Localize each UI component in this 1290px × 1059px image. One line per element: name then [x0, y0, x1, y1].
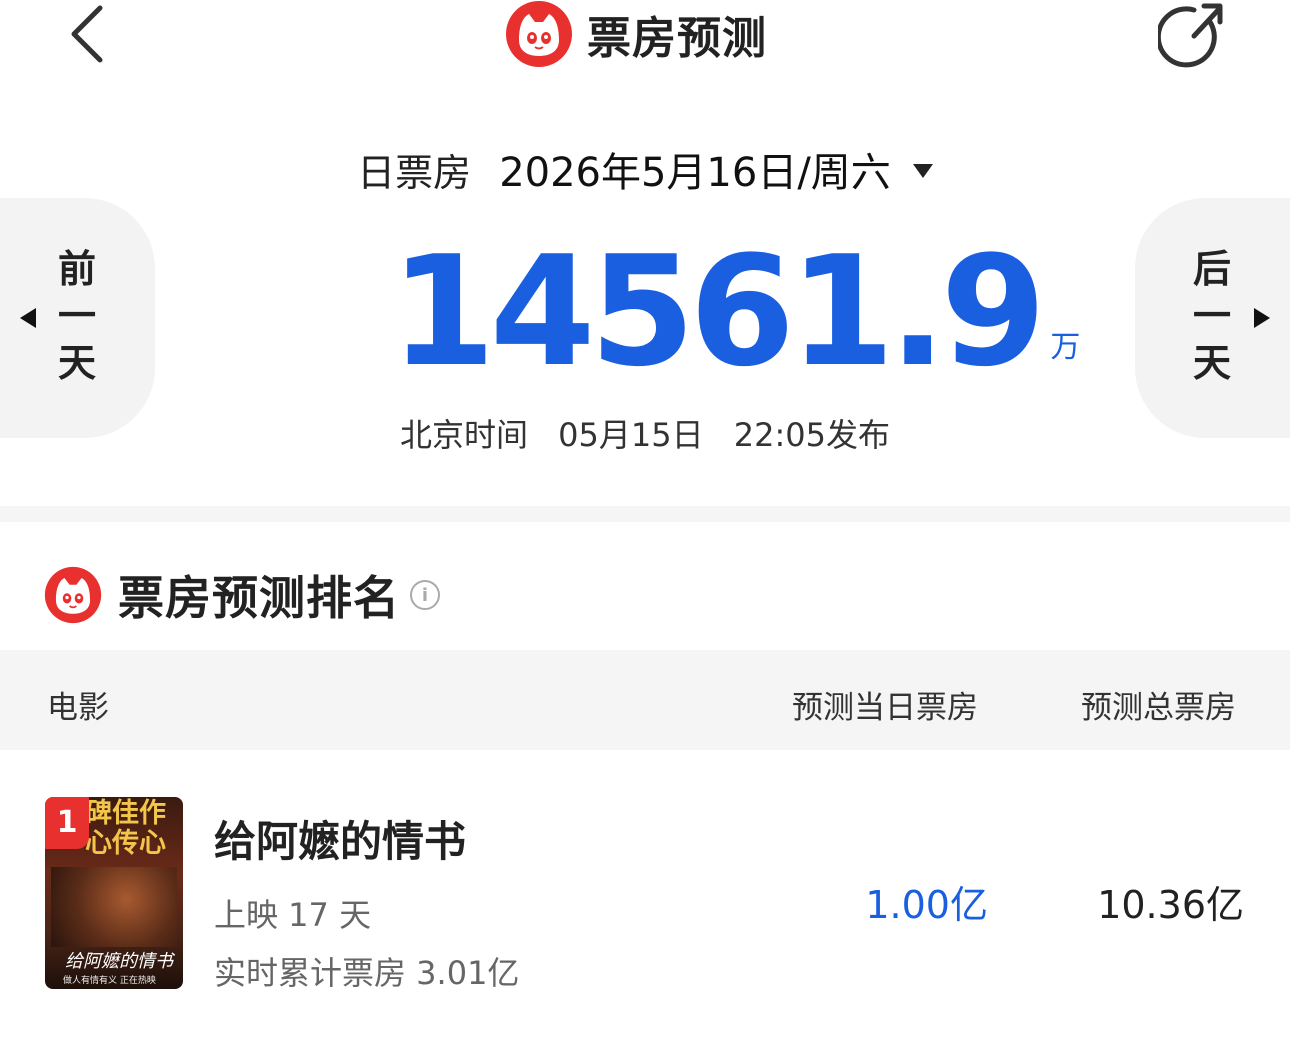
caret-down-icon — [912, 164, 933, 178]
publish-prefix: 北京时间 — [399, 416, 528, 454]
page-title: 票房预测 — [587, 13, 767, 64]
back-button[interactable] — [58, 2, 120, 68]
ranking-table-header: 电影 预测当日票房 预测总票房 — [0, 650, 1290, 750]
header-title-group: 票房预测 — [505, 0, 767, 68]
table-row[interactable]: 碑佳作 心传心 1 给阿嬷的情书 做人有情有义 正在热映 给阿嬷的情书 上映 17… — [0, 790, 1290, 1000]
ranking-title: 票房预测排名 — [118, 571, 400, 625]
date-type-label: 日票房 — [357, 150, 472, 195]
total-box-office-forecast: 14561.9 万 — [390, 232, 1080, 392]
column-header-movie: 电影 — [47, 690, 109, 726]
total-box-office-unit: 万 — [1050, 330, 1081, 365]
top-bar: 票房预测 — [0, 0, 1290, 80]
ranking-header: 票房预测排名 i — [44, 562, 440, 628]
maoyan-cat-logo-icon — [506, 1, 572, 67]
share-icon — [1155, 3, 1223, 68]
triangle-left-icon — [20, 308, 36, 328]
movie-days-released: 上映 17 天 — [214, 896, 372, 934]
chevron-left-icon — [71, 5, 103, 63]
previous-day-label: 前一天 — [57, 247, 96, 385]
triangle-right-icon — [1254, 308, 1270, 328]
poster-title: 给阿嬷的情书 — [65, 951, 173, 972]
section-divider — [0, 506, 1290, 522]
poster-subtitle: 做人有情有义 正在热映 — [63, 976, 156, 986]
movie-cumulative-box-office: 实时累计票房 3.01亿 — [214, 954, 520, 992]
total-box-office-value: 14561.9 — [390, 223, 1046, 400]
share-button[interactable] — [1155, 0, 1230, 70]
day-forecast-value: 1.00亿 — [865, 883, 988, 927]
column-header-total-forecast: 预测总票房 — [1081, 690, 1236, 726]
total-forecast-value: 10.36亿 — [1097, 883, 1244, 927]
movie-name: 给阿嬷的情书 — [214, 817, 467, 866]
publish-date: 05月15日 — [558, 416, 704, 454]
date-selector[interactable]: 日票房 2026年5月16日/周六 — [0, 140, 1290, 198]
publish-time: 北京时间 05月15日 22:05发布 — [0, 410, 1290, 456]
rank-badge: 1 — [45, 797, 89, 849]
column-header-day-forecast: 预测当日票房 — [792, 690, 978, 726]
poster-artwork — [51, 867, 177, 947]
movie-poster: 碑佳作 心传心 1 给阿嬷的情书 做人有情有义 正在热映 — [45, 797, 183, 989]
poster-tagline: 碑佳作 心传心 — [85, 798, 166, 859]
next-day-button[interactable]: 后一天 — [1135, 198, 1290, 438]
maoyan-cat-logo-icon — [44, 566, 102, 624]
next-day-label: 后一天 — [1192, 247, 1231, 385]
previous-day-button[interactable]: 前一天 — [0, 198, 155, 438]
publish-time-value: 22:05发布 — [733, 416, 891, 454]
info-icon[interactable]: i — [410, 580, 440, 610]
date-value: 2026年5月16日/周六 — [499, 150, 891, 196]
